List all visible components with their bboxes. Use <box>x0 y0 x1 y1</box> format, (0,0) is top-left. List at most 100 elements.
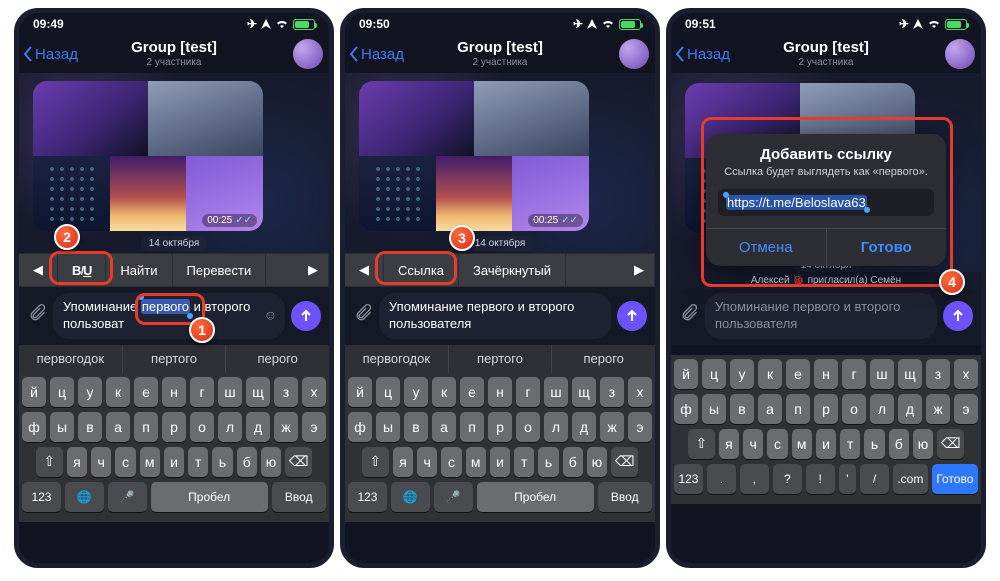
suggestion[interactable]: пертого <box>449 345 553 373</box>
key[interactable]: й <box>674 359 698 389</box>
backspace-key[interactable]: ⌫ <box>937 429 964 459</box>
slash-key[interactable]: / <box>860 464 889 494</box>
key[interactable]: я <box>393 447 413 477</box>
dialog-cancel-button[interactable]: Отмена <box>706 229 826 266</box>
key[interactable]: ь <box>212 447 232 477</box>
more-left-button[interactable]: ◀ <box>19 254 58 286</box>
key[interactable]: о <box>842 394 866 424</box>
key[interactable]: э <box>302 412 326 442</box>
shift-key[interactable]: ⇧ <box>688 429 715 459</box>
key[interactable]: г <box>190 377 214 407</box>
send-button[interactable] <box>943 301 973 331</box>
key[interactable]: щ <box>246 377 270 407</box>
more-right-button[interactable]: ▶ <box>298 254 329 286</box>
key[interactable]: н <box>488 377 512 407</box>
back-button[interactable]: Назад <box>23 46 78 63</box>
key[interactable]: ч <box>743 429 763 459</box>
key[interactable]: ш <box>218 377 242 407</box>
done-key[interactable]: Готово <box>932 464 978 494</box>
key[interactable]: к <box>432 377 456 407</box>
avatar[interactable] <box>293 39 323 69</box>
key[interactable]: в <box>78 412 102 442</box>
image-message[interactable]: 00:25✓✓ <box>359 81 589 231</box>
key[interactable]: т <box>188 447 208 477</box>
translate-button[interactable]: Перевести <box>173 254 267 286</box>
dialog-ok-button[interactable]: Готово <box>826 229 947 266</box>
chat-body[interactable]: 00:25✓✓ 14 октября <box>345 73 655 253</box>
globe-key[interactable]: 🌐 <box>65 482 104 512</box>
key[interactable]: с <box>767 429 787 459</box>
shift-key[interactable]: ⇧ <box>36 447 63 477</box>
find-button[interactable]: Найти <box>106 254 172 286</box>
suggestion[interactable]: пертого <box>123 345 227 373</box>
key[interactable]: ц <box>702 359 726 389</box>
avatar[interactable] <box>619 39 649 69</box>
emoji-icon[interactable]: ☺ <box>264 307 277 324</box>
key[interactable]: ф <box>348 412 372 442</box>
key[interactable]: з <box>600 377 624 407</box>
enter-key[interactable]: Ввод <box>598 482 652 512</box>
suggestion[interactable]: перого <box>226 345 329 373</box>
space-key[interactable]: Пробел <box>477 482 594 512</box>
space-key[interactable]: Пробел <box>151 482 268 512</box>
key[interactable]: ы <box>50 412 74 442</box>
key[interactable]: у <box>730 359 754 389</box>
key[interactable]: д <box>246 412 270 442</box>
key[interactable]: й <box>348 377 372 407</box>
avatar[interactable] <box>945 39 975 69</box>
key[interactable]: ю <box>587 447 607 477</box>
attach-icon[interactable] <box>353 303 373 328</box>
key[interactable]: д <box>572 412 596 442</box>
suggestion[interactable]: перого <box>552 345 655 373</box>
backspace-key[interactable]: ⌫ <box>285 447 312 477</box>
numbers-key[interactable]: 123 <box>22 482 61 512</box>
message-input[interactable]: Упоминание первого и второго пользоват ☺ <box>53 293 285 339</box>
key[interactable]: л <box>870 394 894 424</box>
attach-icon[interactable] <box>679 303 699 328</box>
key[interactable]: и <box>490 447 510 477</box>
key[interactable]: ш <box>870 359 894 389</box>
message-input[interactable]: Упоминание первого и второго пользовател… <box>379 293 611 339</box>
key[interactable]: р <box>162 412 186 442</box>
key[interactable]: а <box>758 394 782 424</box>
key[interactable]: е <box>134 377 158 407</box>
key[interactable]: с <box>115 447 135 477</box>
key[interactable]: э <box>954 394 978 424</box>
suggestion[interactable]: первогодок <box>19 345 123 373</box>
key[interactable]: й <box>22 377 46 407</box>
key[interactable]: к <box>758 359 782 389</box>
globe-key[interactable]: 🌐 <box>391 482 430 512</box>
mic-key[interactable]: 🎤 <box>434 482 473 512</box>
message-input[interactable]: Упоминание первого и второго пользовател… <box>705 293 937 339</box>
key[interactable]: б <box>237 447 257 477</box>
shift-key[interactable]: ⇧ <box>362 447 389 477</box>
send-button[interactable] <box>291 301 321 331</box>
key[interactable]: с <box>441 447 461 477</box>
key[interactable]: ф <box>22 412 46 442</box>
key[interactable]: е <box>786 359 810 389</box>
mic-key[interactable]: 🎤 <box>108 482 147 512</box>
key[interactable]: х <box>302 377 326 407</box>
key[interactable]: г <box>842 359 866 389</box>
key[interactable]: л <box>544 412 568 442</box>
key[interactable]: ю <box>913 429 933 459</box>
key[interactable]: т <box>840 429 860 459</box>
key[interactable]: ж <box>274 412 298 442</box>
more-left-button[interactable]: ◀ <box>345 254 384 286</box>
key[interactable]: ц <box>376 377 400 407</box>
key[interactable]: щ <box>572 377 596 407</box>
key[interactable]: д <box>898 394 922 424</box>
key[interactable]: м <box>466 447 486 477</box>
key[interactable]: б <box>889 429 909 459</box>
key[interactable]: ж <box>926 394 950 424</box>
key[interactable]: ж <box>600 412 624 442</box>
key[interactable]: м <box>792 429 812 459</box>
key[interactable]: о <box>190 412 214 442</box>
link-button[interactable]: Ссылка <box>384 254 459 286</box>
enter-key[interactable]: Ввод <box>272 482 326 512</box>
dot-key[interactable]: . <box>707 464 736 494</box>
back-button[interactable]: Назад <box>675 46 730 63</box>
key[interactable]: н <box>162 377 186 407</box>
key[interactable]: п <box>460 412 484 442</box>
numbers-key[interactable]: 123 <box>348 482 387 512</box>
